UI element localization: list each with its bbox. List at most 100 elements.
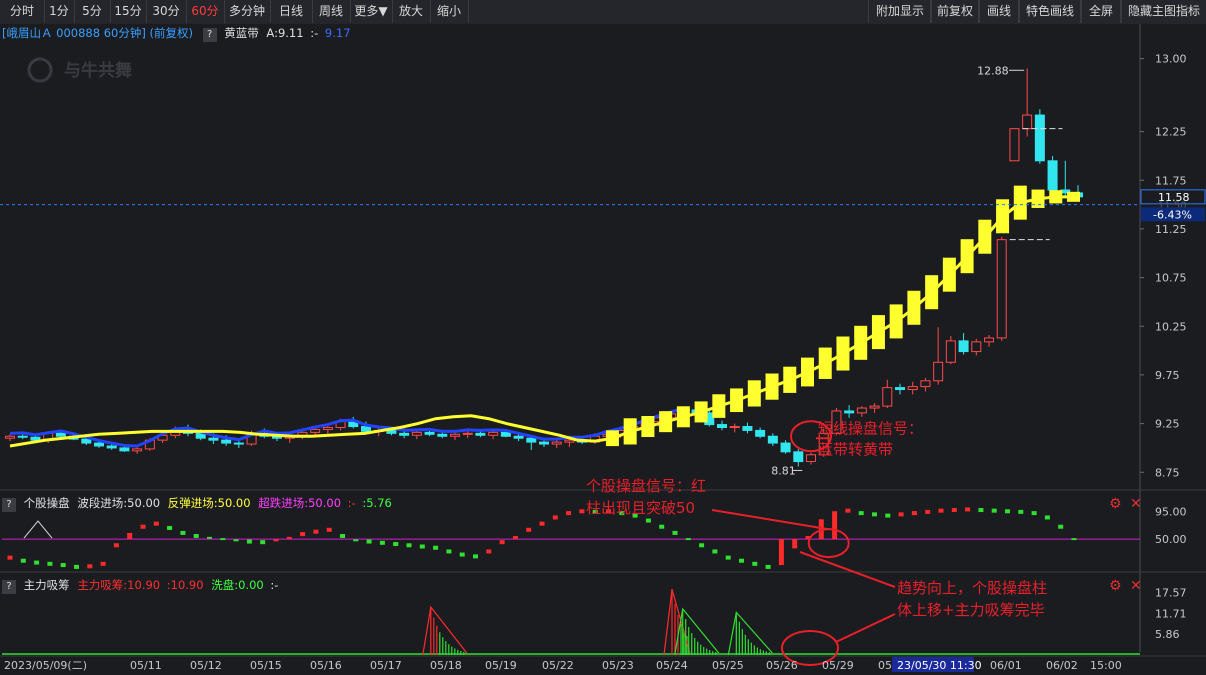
toolbar-btn-5[interactable]: 60分 — [186, 0, 225, 23]
yellow-band-block — [1031, 189, 1045, 208]
toolbar-btn-1[interactable]: 1分 — [44, 0, 75, 23]
osc-bar — [832, 511, 838, 540]
osc-mark — [898, 512, 904, 517]
toolbar-btn-7[interactable]: 日线 — [270, 0, 313, 23]
panel2-tick-label: 11.71 — [1155, 607, 1187, 620]
osc-mark — [406, 543, 412, 548]
signal-text-3b: 体上移+主力吸筹完毕 — [897, 601, 1045, 619]
toolbar-btn-3[interactable]: 15分 — [110, 0, 147, 23]
price-tick-label: 11.75 — [1155, 174, 1187, 187]
candle-body — [717, 424, 727, 428]
date-axis-label: 15:00 — [1090, 659, 1122, 672]
candle-body — [437, 433, 448, 437]
date-axis-label: 06/02 — [1046, 659, 1078, 672]
date-axis-label: 2023/05/09(二) — [4, 659, 87, 672]
osc-mark — [739, 558, 744, 563]
date-axis-label: 05/22 — [542, 659, 574, 672]
gear-icon[interactable]: ⚙ — [1109, 578, 1122, 594]
date-axis-label: 05/12 — [190, 659, 222, 672]
help-icon[interactable]: ? — [202, 28, 217, 42]
toolbar-btn-11[interactable]: 缩小 — [430, 0, 469, 23]
osc-mark — [1005, 509, 1010, 514]
candle-body — [475, 432, 486, 436]
candle-body — [1022, 114, 1033, 130]
date-axis-label: 05/15 — [250, 659, 282, 672]
osc-mark — [645, 518, 651, 523]
panel1-header: ? 个股操盘 波段进场:50.00 反弹进场:50.00 超跌进场:50.00 … — [2, 495, 392, 512]
signal-text-1b: 蓝带转黄带 — [818, 440, 893, 458]
candle-body — [55, 432, 66, 437]
candle-body — [920, 380, 931, 388]
toolbar-btn-6[interactable]: 多分钟 — [224, 0, 271, 23]
candle-body — [361, 426, 371, 432]
candle-body — [526, 437, 537, 443]
panel1-name[interactable]: 个股操盘 — [24, 496, 70, 510]
toolbar-right-btn-0[interactable]: 附加显示 — [868, 0, 932, 23]
osc-mark — [260, 540, 266, 545]
osc-mark — [459, 552, 465, 557]
panel2-name[interactable]: 主力吸筹 — [24, 578, 70, 592]
candle-body — [233, 442, 244, 445]
candle-body — [500, 431, 511, 437]
close-icon[interactable]: ✕ — [1130, 578, 1142, 594]
toolbar-btn-0[interactable]: 分时 — [0, 0, 45, 23]
osc-mark — [872, 512, 877, 517]
osc-mark — [74, 564, 79, 569]
osc-mark — [34, 560, 40, 565]
toolbar-right-btn-5[interactable]: 隐藏主图指标 — [1120, 0, 1206, 23]
panel1-tick-label: 95.00 — [1155, 505, 1187, 518]
osc-mark — [1031, 511, 1037, 516]
gear-icon[interactable]: ⚙ — [1109, 496, 1122, 512]
toolbar-btn-2[interactable]: 5分 — [74, 0, 111, 23]
osc-mark — [752, 561, 758, 566]
osc-mark — [207, 536, 212, 539]
osc-mark — [60, 563, 66, 568]
help-icon[interactable]: ? — [2, 498, 16, 512]
osc-mark — [566, 511, 572, 516]
close-icon[interactable]: ✕ — [1130, 496, 1142, 512]
toolbar-right-btn-3[interactable]: 特色画线 — [1018, 0, 1082, 23]
toolbar-right-btn-2[interactable]: 画线 — [978, 0, 1020, 23]
yellow-band-block — [694, 401, 708, 423]
osc-mark — [233, 539, 239, 542]
toolbar-right-btn-1[interactable]: 前复权 — [930, 0, 980, 23]
osc-mark — [1058, 524, 1064, 529]
toolbar-btn-10[interactable]: 放大 — [392, 0, 431, 23]
toolbar-btn-8[interactable]: 周线 — [312, 0, 351, 23]
candle-body — [729, 426, 740, 429]
candle-body — [94, 442, 104, 447]
candle-body — [1047, 160, 1058, 191]
yellow-band-block — [1013, 185, 1027, 220]
osc-mark — [951, 508, 957, 513]
candle-body — [488, 431, 499, 436]
toolbar-right-btn-4[interactable]: 全屏 — [1080, 0, 1122, 23]
candle-body — [806, 454, 816, 463]
indicator-separator: :- — [310, 26, 319, 40]
main-header: [峨眉山Ａ 000888 60分钟] (前复权) ? 黄蓝带 A:9.11 :-… — [2, 25, 351, 42]
yellow-band-block — [730, 388, 744, 413]
price-tick-label: 10.25 — [1155, 320, 1187, 333]
candle-body — [551, 441, 562, 445]
yellow-band-block — [1049, 190, 1063, 204]
candle-body — [971, 341, 982, 353]
candle-body — [462, 432, 473, 435]
osc-mark — [925, 509, 931, 514]
osc-mark — [858, 511, 864, 516]
price-tick-label: 9.75 — [1155, 369, 1180, 382]
stock-title[interactable]: [峨眉山Ａ 000888 60分钟] (前复权) — [2, 26, 193, 40]
panel2-accumulation-2: :10.90 — [166, 578, 204, 592]
toolbar-btn-9[interactable]: 更多▼ — [350, 0, 393, 23]
osc-mark — [1018, 509, 1024, 514]
panel2-sep: :- — [270, 578, 279, 592]
candle-body — [5, 435, 15, 439]
indicator-name[interactable]: 黄蓝带 — [224, 26, 259, 40]
yellow-band-block — [818, 347, 832, 379]
toolbar-btn-4[interactable]: 30分 — [146, 0, 187, 23]
candle-body — [1034, 114, 1045, 162]
help-icon[interactable]: ? — [2, 580, 16, 594]
osc-bar — [512, 536, 518, 540]
osc-mark — [379, 540, 385, 545]
low-price-label: 8.81 — [771, 464, 796, 477]
indicator-b-value: 9.17 — [324, 26, 351, 40]
date-axis-label: 05/11 — [130, 659, 162, 672]
